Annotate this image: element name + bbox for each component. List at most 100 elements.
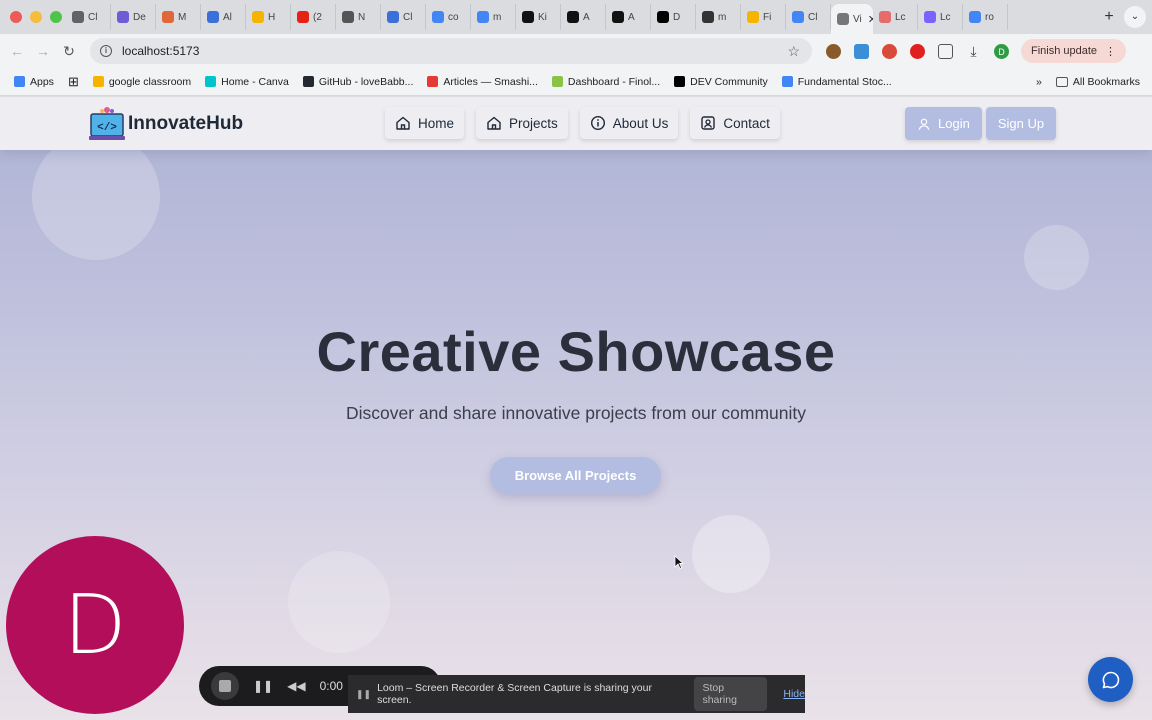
new-tab-button[interactable]: + xyxy=(1094,8,1124,26)
bookmark-star-icon[interactable]: ☆ xyxy=(787,43,800,60)
browser-tab[interactable]: D xyxy=(651,4,696,30)
finish-update-label: Finish update xyxy=(1031,45,1098,57)
browser-tab-active[interactable]: Vi ✕ xyxy=(831,4,873,34)
browser-tab[interactable]: ro xyxy=(963,4,1008,30)
tab-favicon-icon xyxy=(969,11,981,23)
tab-favicon-icon xyxy=(657,11,669,23)
tab-label: Fi xyxy=(763,11,772,23)
tab-strip: Cl De M Al H (2 N Cl co m Ki A A Dm Fi Cl Vi ✕ Lc Lc ro + ⌄ xyxy=(0,0,1152,34)
browser-tab[interactable]: m xyxy=(471,4,516,30)
rewind-icon[interactable]: ◀◀ xyxy=(287,679,305,693)
profile-avatar[interactable]: D xyxy=(994,43,1009,59)
login-button[interactable]: Login xyxy=(905,107,982,140)
browser-tab[interactable]: m xyxy=(696,4,741,30)
tab-label: N xyxy=(358,11,366,23)
site-info-icon[interactable]: i xyxy=(100,45,112,57)
bookmark-item[interactable]: Articles — Smashi... xyxy=(427,76,538,88)
tab-label: Cl xyxy=(808,11,818,23)
chat-bubble-icon xyxy=(1102,671,1119,688)
bookmark-favicon-icon xyxy=(302,76,314,87)
extension-icon[interactable] xyxy=(854,43,869,59)
nav-projects-label: Projects xyxy=(509,115,558,131)
browser-tab[interactable]: A xyxy=(606,4,651,30)
bookmarks-right: » All Bookmarks xyxy=(1036,76,1140,88)
back-arrow-icon[interactable]: ← xyxy=(4,43,30,59)
tab-favicon-icon xyxy=(162,11,174,23)
tab-label: ro xyxy=(985,11,994,23)
minimize-window-button[interactable] xyxy=(30,11,42,23)
opera-extension-icon[interactable] xyxy=(910,43,925,59)
share-notice: Loom – Screen Recorder & Screen Capture … xyxy=(377,682,652,706)
tab-label: Cl xyxy=(403,11,413,23)
user-icon xyxy=(918,118,930,130)
bookmark-favicon-icon xyxy=(781,76,793,87)
browser-tab[interactable]: Cl xyxy=(381,4,426,30)
stop-recording-button[interactable] xyxy=(211,672,239,700)
close-window-button[interactable] xyxy=(10,11,22,23)
bookmark-favicon-icon xyxy=(205,76,217,87)
home-icon xyxy=(487,116,501,130)
browser-tab[interactable]: A xyxy=(561,4,606,30)
browser-tab[interactable]: M xyxy=(156,4,201,30)
signup-label: Sign Up xyxy=(997,116,1045,131)
tab-favicon-icon xyxy=(747,11,759,23)
finish-update-button[interactable]: Finish update ⋮ xyxy=(1021,39,1127,63)
bookmarks-bar: Apps ⊞ google classroom Home - Canva GitHub … xyxy=(0,68,1152,96)
browser-tab[interactable]: Fi xyxy=(741,4,786,30)
browser-tab[interactable]: N xyxy=(336,4,381,30)
bookmark-label: google classroom xyxy=(108,75,192,88)
nav-about[interactable]: About Us xyxy=(579,107,679,139)
address-bar[interactable]: i localhost:5173 ☆ xyxy=(90,38,812,64)
more-bookmarks-chevron-icon[interactable]: » xyxy=(1036,76,1042,88)
nav-home-label: Home xyxy=(418,115,455,131)
tab-favicon-icon xyxy=(612,11,624,23)
bookmark-item[interactable]: google classroom xyxy=(92,75,192,88)
bookmark-item[interactable]: Home - Canva xyxy=(205,76,289,88)
all-bookmarks-button[interactable]: All Bookmarks xyxy=(1055,76,1140,88)
pause-icon[interactable]: ❚❚ xyxy=(253,679,273,693)
browse-all-projects-button[interactable]: Browse All Projects xyxy=(490,457,661,494)
browser-tab[interactable]: Al xyxy=(201,4,246,30)
puzzle-extensions-icon[interactable] xyxy=(938,43,953,59)
browser-tab[interactable]: (2 xyxy=(291,4,336,30)
bookmark-item[interactable]: DEV Community xyxy=(674,76,768,88)
window-controls xyxy=(0,11,66,23)
bookmark-item[interactable]: Fundamental Stoc... xyxy=(781,75,892,88)
maximize-window-button[interactable] xyxy=(50,11,62,23)
browser-tab[interactable]: Cl xyxy=(66,4,111,30)
bookmark-item[interactable]: GitHub - loveBabb... xyxy=(302,76,413,88)
chat-button[interactable] xyxy=(1088,657,1133,702)
browser-tab[interactable]: De xyxy=(111,4,156,30)
bookmark-list: Apps ⊞ google classroom Home - Canva GitHub … xyxy=(0,74,892,90)
bookmark-label: Apps xyxy=(30,75,54,88)
cookie-extension-icon[interactable] xyxy=(826,43,841,59)
browser-tab[interactable]: Lc xyxy=(873,4,918,30)
forward-arrow-icon[interactable]: → xyxy=(30,43,56,59)
extension-icon[interactable] xyxy=(882,43,897,59)
reload-icon[interactable]: ↻ xyxy=(56,43,82,60)
bookmark-favicon-icon xyxy=(674,76,686,87)
browser-tab[interactable]: co xyxy=(426,4,471,30)
brand[interactable]: </> InnovateHub xyxy=(88,105,243,143)
nav-contact[interactable]: Contact xyxy=(690,107,780,139)
download-icon[interactable]: ⤓ xyxy=(966,43,981,59)
hide-banner-link[interactable]: Hide xyxy=(783,688,805,700)
signup-button[interactable]: Sign Up xyxy=(985,107,1057,140)
apps-bookmark[interactable]: Apps xyxy=(14,76,54,88)
browser-tab[interactable]: H xyxy=(246,4,291,30)
browser-tab[interactable]: Cl xyxy=(786,4,831,30)
folder-icon xyxy=(1055,76,1068,87)
bookmark-label: Fundamental Stoc... xyxy=(797,75,892,88)
tab-label: Vi xyxy=(853,13,862,25)
browser-tab[interactable]: Lc xyxy=(918,4,963,30)
laptop-code-logo-icon: </> xyxy=(89,107,125,140)
nav-home[interactable]: Home xyxy=(385,107,465,139)
tab-groups-icon[interactable]: ⊞ xyxy=(68,74,79,90)
pause-share-icon: ❚❚ xyxy=(356,688,372,699)
browser-tab[interactable]: Ki xyxy=(516,4,561,30)
browser-toolbar: ← → ↻ i localhost:5173 ☆ ⤓ D Finish upda… xyxy=(0,34,1152,68)
tab-search-chevron-icon[interactable]: ⌄ xyxy=(1124,6,1146,28)
bookmark-item[interactable]: Dashboard - Finol... xyxy=(551,76,660,88)
nav-projects[interactable]: Projects xyxy=(476,107,568,139)
stop-sharing-button[interactable]: Stop sharing xyxy=(694,677,768,711)
